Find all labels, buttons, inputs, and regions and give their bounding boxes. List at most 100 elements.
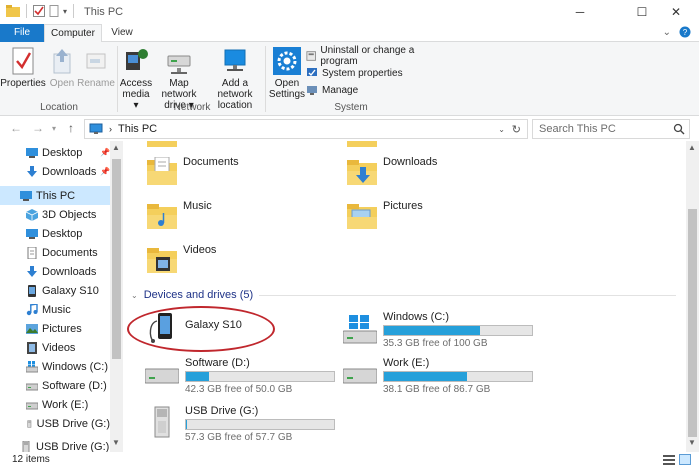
large-icons-view-icon[interactable] xyxy=(679,454,691,465)
folder-documents[interactable]: Documents xyxy=(147,156,239,187)
drive-usage-fill xyxy=(186,372,209,381)
nav-scroll-thumb[interactable] xyxy=(112,159,121,359)
address-bar[interactable]: › This PC ⌄ ↻ xyxy=(84,119,528,139)
explorer-icon[interactable] xyxy=(6,5,20,17)
drive-windows-c[interactable]: Windows (C:) 35.3 GB free of 100 GB xyxy=(343,309,543,349)
music-note-icon xyxy=(26,303,38,315)
rename-icon xyxy=(86,53,106,69)
nav-item-desktop[interactable]: Desktop xyxy=(0,224,110,243)
quick-access-toolbar: ▾ xyxy=(6,4,76,18)
nav-item-windows-c[interactable]: Windows (C:) xyxy=(0,357,110,376)
drive-usb-g[interactable]: USB Drive (G:) 57.3 GB free of 57.7 GB xyxy=(145,403,345,443)
tab-file[interactable]: File xyxy=(0,24,44,42)
network-location-icon xyxy=(224,49,246,71)
ribbon-controls: ⌄ ? xyxy=(663,26,691,38)
drive-usage-bar xyxy=(383,371,533,382)
folder-videos[interactable]: Videos xyxy=(147,244,216,275)
pin-icon[interactable]: 📌 xyxy=(100,148,110,157)
scroll-up-icon[interactable]: ▲ xyxy=(688,143,696,152)
nav-item-galaxy-s10[interactable]: Galaxy S10 xyxy=(0,281,110,300)
recent-locations-icon[interactable]: ▾ xyxy=(52,124,56,133)
cube-icon xyxy=(26,208,38,221)
download-arrow-icon xyxy=(27,165,37,177)
back-arrow-icon[interactable]: ← xyxy=(10,121,22,135)
scroll-down-icon[interactable]: ▼ xyxy=(112,438,120,447)
nav-item-3d-objects[interactable]: 3D Objects xyxy=(0,205,110,224)
drive-usage-fill xyxy=(186,420,188,429)
nav-item-pictures[interactable]: Pictures xyxy=(0,319,110,338)
devices-and-drives-header[interactable]: ⌄ Devices and drives (5) xyxy=(131,289,676,301)
usb-drive-icon xyxy=(27,419,32,428)
content-scrollbar[interactable]: ▲ ▼ xyxy=(686,141,699,452)
ribbon-tabs: File Computer View ⌄ ? xyxy=(0,24,699,43)
address-dropdown-icon[interactable]: ⌄ xyxy=(498,125,505,134)
uninstall-program-button[interactable]: Uninstall or change a program xyxy=(306,45,436,67)
refresh-icon[interactable]: ↻ xyxy=(512,123,521,136)
nav-item-downloads[interactable]: Downloads xyxy=(0,262,110,281)
nav-item-usb-drive-g[interactable]: USB Drive (G:) xyxy=(0,414,110,433)
search-input[interactable]: Search This PC xyxy=(532,119,690,139)
phone-icon xyxy=(28,284,36,297)
manage-button[interactable]: Manage xyxy=(306,82,358,98)
open-settings-button[interactable]: Open Settings xyxy=(268,46,306,100)
group-label-system: System xyxy=(334,102,368,113)
new-folder-icon[interactable] xyxy=(49,5,59,17)
drive-work-e[interactable]: Work (E:) 38.1 GB free of 86.7 GB xyxy=(343,355,543,395)
ribbon-group-system: Open Settings Uninstall or change a prog… xyxy=(266,42,436,116)
properties-button[interactable]: Properties xyxy=(0,46,46,89)
forward-arrow-icon[interactable]: → xyxy=(32,121,44,135)
nav-item-music[interactable]: Music xyxy=(0,300,110,319)
folder-music[interactable]: Music xyxy=(147,200,212,231)
scroll-down-icon[interactable]: ▼ xyxy=(688,438,696,447)
gear-icon xyxy=(273,47,301,75)
videos-folder-icon xyxy=(147,248,177,273)
nav-item-videos[interactable]: Videos xyxy=(0,338,110,357)
picture-icon xyxy=(26,323,38,334)
scroll-up-icon[interactable]: ▲ xyxy=(112,143,120,152)
drive-usage-fill xyxy=(384,326,480,335)
nav-item-downloads-pinned[interactable]: Downloads 📌 xyxy=(0,162,110,181)
up-arrow-icon[interactable]: ↑ xyxy=(68,121,74,135)
open-button[interactable]: Open xyxy=(46,46,78,89)
title-bar: ▾ This PC ─ ☐ ✕ xyxy=(0,0,699,24)
drive-usage-fill xyxy=(384,372,468,381)
nav-item-software-d[interactable]: Software (D:) xyxy=(0,376,110,395)
details-view-icon[interactable] xyxy=(663,454,675,465)
ribbon-collapse-icon[interactable]: ⌄ xyxy=(663,27,671,38)
rename-button[interactable]: Rename xyxy=(77,46,115,89)
view-toggle xyxy=(663,454,691,465)
content-scroll-thumb[interactable] xyxy=(688,209,697,437)
qat-dropdown-icon[interactable]: ▾ xyxy=(63,7,67,16)
help-icon[interactable]: ? xyxy=(679,26,691,38)
nav-item-documents[interactable]: Documents xyxy=(0,243,110,262)
properties-check-icon[interactable] xyxy=(33,5,45,17)
manage-icon xyxy=(307,86,317,95)
nav-item-work-e[interactable]: Work (E:) xyxy=(0,395,110,414)
breadcrumb-this-pc[interactable]: This PC xyxy=(118,123,157,135)
minimize-button[interactable]: ─ xyxy=(557,0,603,24)
pin-icon[interactable]: 📌 xyxy=(100,167,110,176)
system-properties-icon xyxy=(307,68,317,77)
status-bar: 12 items xyxy=(0,452,699,468)
nav-item-this-pc[interactable]: This PC xyxy=(0,186,110,205)
collapse-chevron-icon[interactable]: ⌄ xyxy=(131,291,138,300)
close-button[interactable]: ✕ xyxy=(653,0,699,24)
hard-drive-icon xyxy=(26,383,38,390)
system-properties-button[interactable]: System properties xyxy=(306,65,403,81)
nav-item-desktop-pinned[interactable]: Desktop 📌 xyxy=(0,143,110,162)
download-arrow-icon xyxy=(27,265,37,277)
tab-view[interactable]: View xyxy=(102,24,142,42)
this-pc-icon xyxy=(89,123,103,134)
qat-separator xyxy=(26,4,27,18)
uninstall-icon xyxy=(306,51,316,61)
tab-computer[interactable]: Computer xyxy=(44,24,102,43)
header-divider xyxy=(259,294,676,296)
ribbon-group-location: Properties Open Rename Location xyxy=(0,42,118,116)
drive-software-d[interactable]: Software (D:) 42.3 GB free of 50.0 GB xyxy=(145,355,345,395)
folder-downloads[interactable]: Downloads xyxy=(347,156,437,187)
nav-item-usb-drive-g-root[interactable]: USB Drive (G:) xyxy=(0,437,110,452)
folder-pictures[interactable]: Pictures xyxy=(347,200,423,231)
hard-drive-icon xyxy=(26,402,38,409)
navigation-row: ← → ▾ ↑ › This PC ⌄ ↻ Search This PC xyxy=(0,117,699,141)
nav-pane-scrollbar[interactable]: ▲ ▼ xyxy=(110,141,123,452)
